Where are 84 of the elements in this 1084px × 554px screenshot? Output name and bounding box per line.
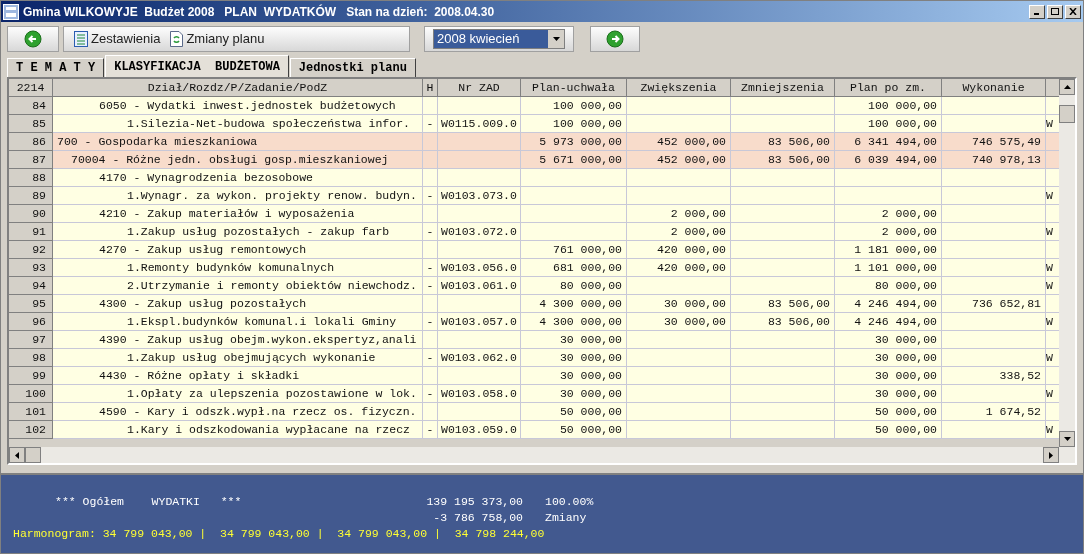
table-row[interactable]: 102 1.Kary i odszkodowania wypłacane na rzecz - W0103.059.0 50 000,00 50 000,00 W (9, 421, 1059, 439)
close-button[interactable] (1065, 4, 1081, 19)
harmonogram-line: Harmonogram: 34 799 043,00 | 34 799 043,00 | 34 799 043,00 | 34 798 244,00 (13, 526, 546, 542)
row-number: 86 (9, 133, 53, 151)
row-number: 101 (9, 403, 53, 421)
document-refresh-icon (170, 30, 184, 47)
row-number: 87 (9, 151, 53, 169)
table-row[interactable]: 96 1.Ekspl.budynków komunal.i lokali Gminy - W0103.057.0 4 300 000,00 30 000,00 83 506,00 4 246 494,00 W (9, 313, 1059, 331)
up-arrow-icon (1063, 85, 1071, 89)
summary-label: *** Ogółem WYDATKI *** (55, 495, 242, 508)
column-header[interactable]: Wykonanie (942, 79, 1046, 97)
column-header[interactable]: Dział/Rozdz/P/Zadanie/PodZ (53, 79, 423, 97)
table-row[interactable]: 97 4390 - Zakup usług obejm.wykon.ekspertyz,anali 30 000,00 30 000,00 (9, 331, 1059, 349)
table-row[interactable]: 92 4270 - Zakup usług remontowych 761 000,00 420 000,00 1 181 000,00 (9, 241, 1059, 259)
table-row[interactable]: 95 4300 - Zakup usług pozostałych 4 300 000,00 30 000,00 83 506,00 4 246 494,00 736 652,81 (9, 295, 1059, 313)
scroll-thumb[interactable] (1059, 105, 1075, 123)
column-header[interactable]: Zmniejszenia (731, 79, 835, 97)
table-cell: 50 000,00 (835, 421, 942, 439)
summary-amount: -3 786 758,00 (432, 510, 523, 526)
right-arrow-icon (1049, 451, 1053, 459)
row-number: 90 (9, 205, 53, 223)
row-number: 100 (9, 385, 53, 403)
row-number: 89 (9, 187, 53, 205)
row-number: 99 (9, 367, 53, 385)
table-row[interactable]: 101 4590 - Kary i odszk.wypł.na rzecz os. fizyczn. 50 000,00 50 000,00 1 674,52 (9, 403, 1059, 421)
window-title: Gmina WILKOWYJE Budżet 2008 PLAN WYDATKÓW Stan na dzień: 2008.04.30 (23, 3, 495, 21)
row-number: 93 (9, 259, 53, 277)
tab[interactable]: KLASYFIKACJA BUDŻETOWA (105, 55, 289, 77)
column-header[interactable]: H (423, 79, 438, 97)
table-row[interactable]: 87 70004 - Różne jedn. obsługi gosp.mieszkaniowej 5 671 000,00 452 000,00 83 506,00 6 039 494,00 740 978,13 (9, 151, 1059, 169)
table-cell: - (423, 421, 438, 439)
table-cell: 1.Kary i odszkodowania wypłacane na rzecz (53, 421, 423, 439)
row-number: 91 (9, 223, 53, 241)
tab[interactable]: Jednostki planu (289, 58, 416, 77)
table-cell: 50 000,00 (521, 421, 627, 439)
toolbar-button[interactable]: Zestawienia (74, 28, 161, 49)
vertical-scrollbar[interactable] (1059, 79, 1075, 447)
column-header[interactable]: Nr ZAD (438, 79, 521, 97)
row-number: 88 (9, 169, 53, 187)
row-number: 92 (9, 241, 53, 259)
table-row[interactable]: 90 4210 - Zakup materiałów i wyposażenia 2 000,00 2 000,00 (9, 205, 1059, 223)
table-row[interactable]: 89 1.Wynagr. za wykon. projekty renow. budyn. - W0103.073.0 W (9, 187, 1059, 205)
tab[interactable]: T E M A T Y (7, 58, 105, 77)
down-arrow-icon (1063, 437, 1071, 441)
summary-note: Zmiany (544, 510, 587, 526)
row-number: 96 (9, 313, 53, 331)
back-button[interactable] (7, 25, 59, 52)
row-count: 2214 (9, 79, 53, 97)
row-number: 84 (9, 97, 53, 115)
list-icon (74, 30, 88, 47)
minimize-button[interactable] (1029, 4, 1045, 19)
row-number: 85 (9, 115, 53, 133)
table-row[interactable]: 85 1.Silezia-Net-budowa społeczeństwa infor. - W0115.009.0 100 000,00 100 000,00 W (9, 115, 1059, 133)
table-cell: W0103.059.0 (438, 421, 521, 439)
table-row[interactable]: 93 1.Remonty budynków komunalnych - W0103.056.0 681 000,00 420 000,00 1 101 000,00 W (9, 259, 1059, 277)
column-header[interactable]: Zwiększenia (627, 79, 731, 97)
row-number: 98 (9, 349, 53, 367)
caret-icon (552, 36, 560, 41)
table-row[interactable]: 100 1.Opłaty za ulepszenia pozostawione w lok. - W0103.058.0 30 000,00 30 000,00 W (9, 385, 1059, 403)
row-number: 95 (9, 295, 53, 313)
maximize-button[interactable] (1047, 4, 1063, 19)
column-header[interactable]: Plan-uchwała (521, 79, 627, 97)
scroll-thumb[interactable] (25, 447, 41, 463)
horizontal-scrollbar[interactable] (9, 447, 1075, 463)
maximize-icon (1051, 8, 1059, 15)
toolbar-button[interactable]: Zmiany planu (170, 28, 265, 49)
row-number: 97 (9, 331, 53, 349)
table-row[interactable]: 84 6050 - Wydatki inwest.jednostek budżetowych 100 000,00 100 000,00 (9, 97, 1059, 115)
period-dropdown[interactable]: 2008 kwiecień (433, 28, 565, 49)
table-row[interactable]: 91 1.Zakup usług pozostałych - zakup farb - W0103.072.0 2 000,00 2 000,00 W (9, 223, 1059, 241)
row-number: 102 (9, 421, 53, 439)
table-row[interactable]: 99 4430 - Różne opłaty i składki 30 000,00 30 000,00 338,52 (9, 367, 1059, 385)
row-number: 94 (9, 277, 53, 295)
left-arrow-icon (15, 451, 19, 459)
close-icon (1069, 8, 1077, 15)
summary-amount: 139 195 373,00 (425, 494, 523, 510)
column-header[interactable]: Plan po zm. (835, 79, 942, 97)
app-icon (3, 3, 19, 20)
table-row[interactable]: 98 1.Zakup usług obejmujących wykonanie - W0103.062.0 30 000,00 30 000,00 W (9, 349, 1059, 367)
table-row[interactable]: 88 4170 - Wynagrodzenia bezosobowe (9, 169, 1059, 187)
forward-button[interactable] (590, 25, 640, 52)
table-row[interactable]: 86 700 - Gospodarka mieszkaniowa 5 973 000,00 452 000,00 83 506,00 6 341 494,00 746 575,49 (9, 133, 1059, 151)
summary-note: 100.00% (544, 494, 594, 510)
table-row[interactable]: 94 2.Utrzymanie i remonty obiektów niewchodz. - W0103.061.0 80 000,00 80 000,00 W (9, 277, 1059, 295)
